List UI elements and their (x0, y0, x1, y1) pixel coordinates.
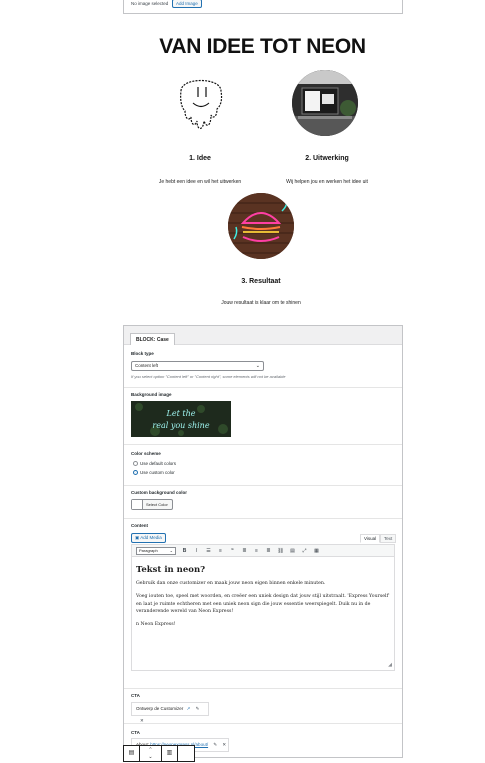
block-type-label: Block type (131, 351, 154, 356)
more-options-icon[interactable] (178, 746, 194, 761)
close-icon[interactable]: ✕ (140, 718, 144, 723)
italic-icon[interactable]: I (192, 547, 201, 555)
background-image-field: Background image Let the real you shine (124, 388, 402, 445)
hero-title: VAN IDEE TOT NEON (159, 35, 366, 58)
content-label: Content (131, 523, 148, 528)
chevron-down-icon: ⌄ (169, 548, 173, 553)
edit-icon[interactable]: ✎ (196, 706, 200, 711)
align-right-icon[interactable]: ≣ (264, 547, 273, 555)
color-scheme-field: Color scheme Use default colors Use cust… (124, 445, 402, 486)
step-1-title: 1. Idee (189, 155, 211, 162)
step-2-text: Wij helpen jou en werken het idee uit (286, 179, 368, 185)
radio-custom-color[interactable]: Use custom color (133, 470, 175, 475)
editor-toolbar: Paragraph ⌄ B I ☰ ≡ “ ≣ ≡ ≣ ⛓ ▤ ⤢ ▦ (131, 544, 395, 557)
add-media-label: Add Media (140, 535, 162, 540)
fullscreen-icon[interactable]: ⤢ (300, 547, 309, 555)
bg-image-text-1: Let the (166, 409, 196, 418)
step-1-text: Je hebt een idee en wil het uitwerken (158, 179, 242, 185)
resize-handle-icon[interactable]: ◢ (388, 662, 392, 668)
bg-image-text-2: real you shine (152, 421, 209, 430)
select-color-label: Select Color (146, 502, 168, 507)
format-select[interactable]: Paragraph ⌄ (136, 547, 176, 555)
radio-default-colors[interactable]: Use default colors (133, 461, 176, 466)
cta-label-1: CTA (131, 693, 140, 698)
read-more-icon[interactable]: ▤ (288, 547, 297, 555)
block-tab-bar: BLOCK: Case (124, 326, 402, 345)
add-media-button[interactable]: ▣ Add Media (131, 533, 166, 543)
bullet-list-icon[interactable]: ☰ (204, 547, 213, 555)
cta-1-text: Ontwerp de Customizer (136, 706, 184, 711)
radio-custom-label: Use custom color (140, 470, 175, 475)
move-up-down-icon[interactable]: ⌃ ⌄ (140, 746, 162, 761)
color-swatch (132, 500, 143, 509)
add-image-button[interactable]: Add Image (172, 0, 202, 8)
bold-icon[interactable]: B (180, 547, 189, 555)
editor-heading: Tekst in neon? (136, 565, 206, 575)
block-settings-icon[interactable]: ▥ (162, 746, 178, 761)
background-image-preview[interactable]: Let the real you shine (131, 401, 231, 437)
cta-field-1: CTA Ontwerp de Customizer ↗ ✎ ✕ (124, 689, 402, 724)
radio-dot-selected-icon (133, 470, 138, 475)
blockquote-icon[interactable]: “ (228, 547, 237, 555)
external-link-icon: ↗ (186, 706, 191, 711)
editor-paragraph-2: Voeg iouten toe, speel met woorden, en c… (136, 594, 390, 614)
tab-visual[interactable]: Visual (360, 534, 381, 543)
radio-default-label: Use default colors (140, 461, 177, 466)
numbered-list-icon[interactable]: ≡ (216, 547, 225, 555)
toolbar-toggle-icon[interactable]: ▦ (312, 547, 321, 555)
align-center-icon[interactable]: ≡ (252, 547, 261, 555)
close-icon[interactable]: ✕ (222, 742, 226, 747)
step-2-title: 2. Uitwerking (305, 155, 349, 162)
link-icon[interactable]: ⛓ (276, 547, 285, 555)
page: { "top_field": { "no_image_text": "No im… (0, 0, 485, 763)
workshop-photo (292, 70, 358, 136)
image-field-top: No image selected Add Image (123, 0, 403, 14)
format-select-value: Paragraph (139, 548, 158, 553)
custom-bg-color-field: Custom background color Select Color (124, 486, 402, 519)
no-image-text: No image selected (131, 1, 169, 6)
step-3-text: Jouw resultaat is klaar om te shinen (221, 300, 301, 306)
step-3-title: 3. Resultaat (241, 278, 281, 285)
select-color-button[interactable]: Select Color (131, 499, 173, 510)
cta-label-2: CTA (131, 730, 140, 735)
idea-illustration (173, 69, 229, 135)
block-floating-toolbar: ▤ ⌃ ⌄ ▥ (123, 745, 195, 762)
block-type-icon[interactable]: ▤ (124, 746, 140, 761)
content-editor[interactable]: Tekst in neon? Gebruik dan onze customiz… (131, 557, 395, 671)
align-left-icon[interactable]: ≣ (240, 547, 249, 555)
neon-burger-photo (228, 193, 294, 259)
tab-block-case[interactable]: BLOCK: Case (130, 333, 175, 345)
tab-text[interactable]: Text (380, 534, 397, 543)
editor-paragraph-1: Gebruik dan onze customizer en maak jouw… (136, 581, 326, 586)
content-field: Content ▣ Add Media Visual Text Paragrap… (124, 519, 402, 689)
media-icon: ▣ (135, 535, 140, 540)
case-block-editor: BLOCK: Case Block type Content left ⌄ If… (123, 325, 403, 758)
custom-bg-label: Custom background color (131, 490, 188, 495)
editor-paragraph-3: n Neon Express! (136, 622, 176, 627)
block-type-hint: If you select option "Content left" or "… (131, 374, 286, 379)
block-type-value: Content left (135, 363, 159, 368)
edit-icon[interactable]: ✎ (213, 742, 217, 747)
color-scheme-label: Color scheme (131, 451, 161, 456)
block-type-field: Block type Content left ⌄ If you select … (124, 346, 402, 388)
radio-dot-icon (133, 461, 138, 466)
background-image-label: Background image (131, 392, 172, 397)
chevron-down-icon: ⌄ (255, 363, 260, 369)
cta-link-1[interactable]: Ontwerp de Customizer ↗ ✎ ✕ (131, 702, 209, 723)
block-type-select[interactable]: Content left ⌄ (131, 361, 264, 371)
